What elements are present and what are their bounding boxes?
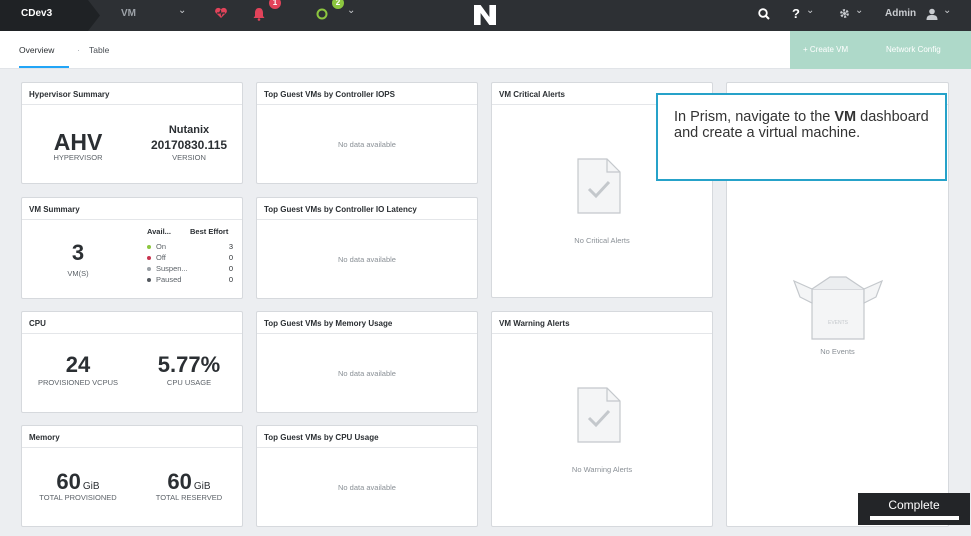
status-label: On — [156, 242, 167, 251]
vm-status-row-suspended: Suspen... 0 — [147, 264, 233, 273]
document-check-icon — [577, 387, 621, 448]
gear-chevron-down-icon[interactable]: ⌄ — [855, 5, 863, 16]
cpu-usage: 5.77% — [157, 352, 221, 377]
provisioned-vcpus: 24 — [65, 352, 91, 377]
hypervisor-type: AHV — [53, 129, 103, 155]
complete-button[interactable]: Complete — [858, 493, 970, 525]
memory-reserved-value: 60 — [167, 469, 192, 494]
tutorial-tooltip: In Prism, navigate to the VM dashboard a… — [656, 93, 947, 181]
nutanix-logo[interactable] — [474, 5, 496, 25]
panel-title: Top Guest VMs by Controller IOPS — [257, 83, 477, 105]
vm-status-row-paused: Paused 0 — [147, 275, 233, 284]
no-warning-alerts-message: No Warning Alerts — [571, 465, 633, 474]
cpu-panel: CPU 24 PROVISIONED VCPUS 5.77% CPU USAGE — [21, 311, 243, 413]
help-chevron-down-icon[interactable]: ⌄ — [806, 5, 814, 16]
no-data-message: No data available — [338, 369, 396, 378]
empty-box-icon — [790, 273, 886, 348]
panel-title: VM Warning Alerts — [492, 312, 712, 334]
panel-title: VM Summary — [22, 198, 242, 220]
tooltip-highlight: VM — [834, 109, 857, 125]
panel-title: Top Guest VMs by Controller IO Latency — [257, 198, 477, 220]
version-label: VERSION — [172, 153, 206, 162]
vm-summary-panel: VM Summary 3 VM(S) Avail... Best Effort … — [21, 197, 243, 299]
hypervisor-summary-panel: Hypervisor Summary AHV HYPERVISOR Nutani… — [21, 82, 243, 184]
active-tab-underline — [19, 66, 69, 68]
total-provisioned-label: TOTAL PROVISIONED — [39, 493, 117, 502]
user-chevron-down-icon[interactable]: ⌄ — [943, 5, 951, 16]
top-vms-iops-panel: Top Guest VMs by Controller IOPS No data… — [256, 82, 478, 184]
cluster-name-tab[interactable]: CDev3 — [0, 0, 100, 31]
heart-icon[interactable] — [214, 6, 228, 23]
status-dot — [147, 267, 151, 272]
top-vms-latency-panel: Top Guest VMs by Controller IO Latency N… — [256, 197, 478, 299]
events-box-label: EVENTS — [827, 320, 848, 326]
alerts-count-badge: 1 — [269, 0, 281, 9]
vm-menu[interactable]: VM — [121, 8, 136, 19]
search-icon[interactable] — [758, 8, 770, 23]
complete-progress-bar — [870, 516, 959, 520]
vm-status-row-off: Off 0 — [147, 253, 233, 262]
chevron-down-icon[interactable]: ⌄ — [178, 5, 186, 16]
memory-provisioned-value: 60 — [56, 469, 81, 494]
help-icon[interactable]: ? — [792, 6, 800, 21]
user-icon[interactable] — [926, 8, 938, 23]
no-data-message: No data available — [338, 255, 396, 264]
panel-title: CPU — [22, 312, 242, 334]
tasks-chevron-down-icon[interactable]: ⌄ — [347, 5, 355, 16]
tab-overview[interactable]: Overview — [19, 45, 54, 55]
document-check-icon — [577, 158, 621, 219]
panel-title: Top Guest VMs by CPU Usage — [257, 426, 477, 448]
user-menu[interactable]: Admin — [885, 8, 916, 19]
vm-status-row-on: On 3 — [147, 242, 233, 251]
gear-icon[interactable] — [838, 7, 851, 23]
status-label: Suspen... — [156, 264, 188, 273]
status-dot — [147, 245, 151, 250]
vm-warning-alerts-panel: VM Warning Alerts No Warning Alerts — [491, 311, 713, 527]
bell-icon[interactable] — [253, 7, 265, 24]
status-label: Paused — [156, 275, 182, 284]
panel-title: Memory — [22, 426, 242, 448]
best-effort-column-header: Best Effort — [190, 227, 229, 236]
status-value: 0 — [228, 253, 233, 262]
memory-unit: GiB — [193, 481, 211, 492]
hypervisor-label: HYPERVISOR — [53, 153, 103, 162]
hypervisor-version: 20170830.115 — [150, 138, 228, 152]
total-reserved-memory: 60 GiB — [134, 469, 244, 495]
cpu-usage-label: CPU USAGE — [166, 378, 212, 387]
complete-label: Complete — [888, 498, 940, 512]
action-buttons: + Create VM Network Config — [790, 31, 971, 69]
status-value: 3 — [228, 242, 233, 251]
memory-unit: GiB — [82, 481, 100, 492]
panel-title: Hypervisor Summary — [22, 83, 242, 105]
tooltip-text: In Prism, navigate to the — [674, 109, 835, 125]
panel-title: Top Guest VMs by Memory Usage — [257, 312, 477, 334]
no-data-message: No data available — [338, 140, 396, 149]
status-label: Off — [156, 253, 166, 262]
top-vms-cpu-panel: Top Guest VMs by CPU Usage No data avail… — [256, 425, 478, 527]
tab-separator: · — [77, 45, 80, 55]
tasks-count-badge: 2 — [332, 0, 344, 9]
status-value: 0 — [228, 275, 233, 284]
vm-count: 3 — [71, 240, 85, 265]
cluster-name: CDev3 — [21, 8, 53, 19]
no-critical-alerts-message: No Critical Alerts — [574, 236, 630, 245]
no-events-message: No Events — [820, 347, 855, 356]
vm-count-label: VM(S) — [67, 269, 89, 278]
provisioned-vcpus-label: PROVISIONED VCPUS — [37, 378, 119, 387]
create-vm-button[interactable]: + Create VM — [803, 45, 848, 54]
top-vms-memory-panel: Top Guest VMs by Memory Usage No data av… — [256, 311, 478, 413]
top-nav-bar: CDev3 VM ⌄ 1 2 ⌄ ? ⌄ ⌄ Admin ⌄ — [0, 0, 971, 31]
network-config-button[interactable]: Network Config — [886, 45, 941, 54]
circle-icon[interactable] — [316, 8, 328, 23]
hypervisor-vendor: Nutanix — [168, 124, 210, 136]
availability-column-header: Avail... — [147, 227, 171, 236]
tab-table[interactable]: Table — [89, 45, 109, 55]
status-value: 0 — [228, 264, 233, 273]
no-data-message: No data available — [338, 483, 396, 492]
status-dot — [147, 278, 151, 283]
memory-panel: Memory 60 GiB TOTAL PROVISIONED 60 GiB TOT… — [21, 425, 243, 527]
status-dot — [147, 256, 151, 261]
total-reserved-label: TOTAL RESERVED — [155, 493, 223, 502]
total-provisioned-memory: 60 GiB — [22, 469, 134, 495]
